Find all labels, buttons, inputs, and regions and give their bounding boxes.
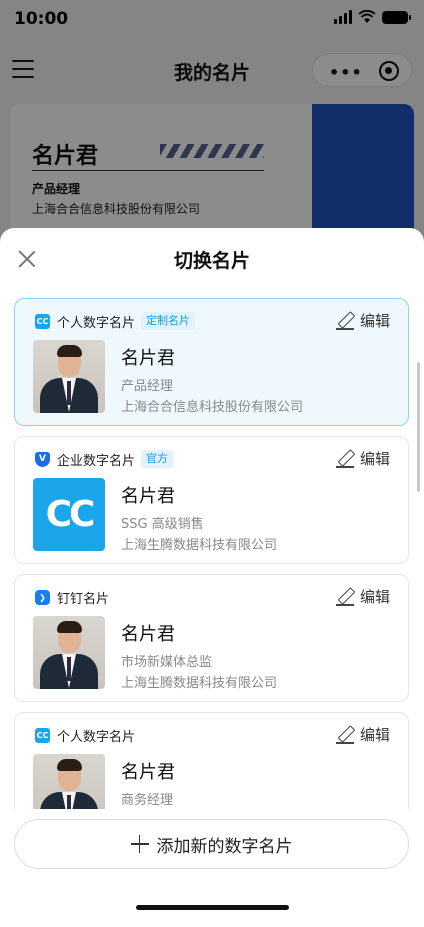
card-title: 商务经理 [121,793,174,808]
cc-icon: CC [35,727,50,743]
card-company: 上海生腾数据科技有限公司 [121,538,278,553]
card-item[interactable]: ❯ 钉钉名片 编辑 名片君 市场新媒体总监 上海生腾数据科技有限公司 [14,574,409,702]
card-title: 市场新媒体总监 [121,655,213,670]
card-item[interactable]: CC 个人数字名片 编辑 名片君 商务经理 [14,712,409,809]
avatar [33,754,105,809]
edit-label: 编辑 [359,312,390,330]
card-type-label: 个人数字名片 [57,729,136,745]
card-type-label: 钉钉名片 [57,591,110,607]
card-title: 产品经理 [121,379,174,394]
card-name: 名片君 [121,762,175,783]
plus-icon [130,835,149,853]
edit-button[interactable]: 编辑 [335,586,390,607]
switch-card-sheet: 切换名片 CC 个人数字名片 定制名片 编辑 名片君 产品经理 上海合合信息科技… [0,228,424,927]
add-card-label: 添加新的数字名片 [156,836,293,857]
dingtalk-icon: ❯ [35,589,50,605]
edit-label: 编辑 [359,588,390,606]
card-type: ❯ 钉钉名片 [35,587,109,607]
pencil-icon [335,588,354,606]
cc-logo-icon: CC [45,494,96,535]
card-title: SSG 高级销售 [121,517,204,532]
card-type-label: 企业数字名片 [57,453,136,469]
card-company: 上海合合信息科技股份有限公司 [121,400,304,415]
avatar [33,616,105,689]
add-card-button[interactable]: 添加新的数字名片 [14,819,409,869]
card-type: V 企业数字名片 官方 [35,449,174,469]
avatar [33,340,105,413]
card-company: 上海生腾数据科技有限公司 [121,676,278,691]
pencil-icon [335,726,354,744]
card-type: CC 个人数字名片 定制名片 [35,311,196,331]
edit-button[interactable]: 编辑 [335,310,390,331]
scrollbar[interactable] [417,362,420,492]
edit-label: 编辑 [359,450,390,468]
card-list[interactable]: CC 个人数字名片 定制名片 编辑 名片君 产品经理 上海合合信息科技股份有限公… [0,298,424,809]
card-type-label: 个人数字名片 [57,315,136,331]
card-item[interactable]: V 企业数字名片 官方 编辑 CC 名片君 SSG 高级销售 上海生腾数据科技有… [14,436,409,564]
sheet-header: 切换名片 [0,228,424,290]
card-badge: 官方 [141,450,174,468]
edit-button[interactable]: 编辑 [335,448,390,469]
card-name: 名片君 [121,624,175,645]
pencil-icon [335,450,354,468]
card-item[interactable]: CC 个人数字名片 定制名片 编辑 名片君 产品经理 上海合合信息科技股份有限公… [14,298,409,426]
cc-icon: CC [35,313,50,329]
company-logo: CC [33,478,105,551]
card-badge: 定制名片 [141,312,196,330]
card-name: 名片君 [121,486,175,507]
shield-v-icon: V [35,451,50,467]
card-name: 名片君 [121,348,175,369]
card-type: CC 个人数字名片 [35,725,135,745]
edit-button[interactable]: 编辑 [335,724,390,745]
home-indicator [136,905,289,910]
sheet-title: 切换名片 [173,250,250,272]
edit-label: 编辑 [359,726,390,744]
pencil-icon [335,312,354,330]
